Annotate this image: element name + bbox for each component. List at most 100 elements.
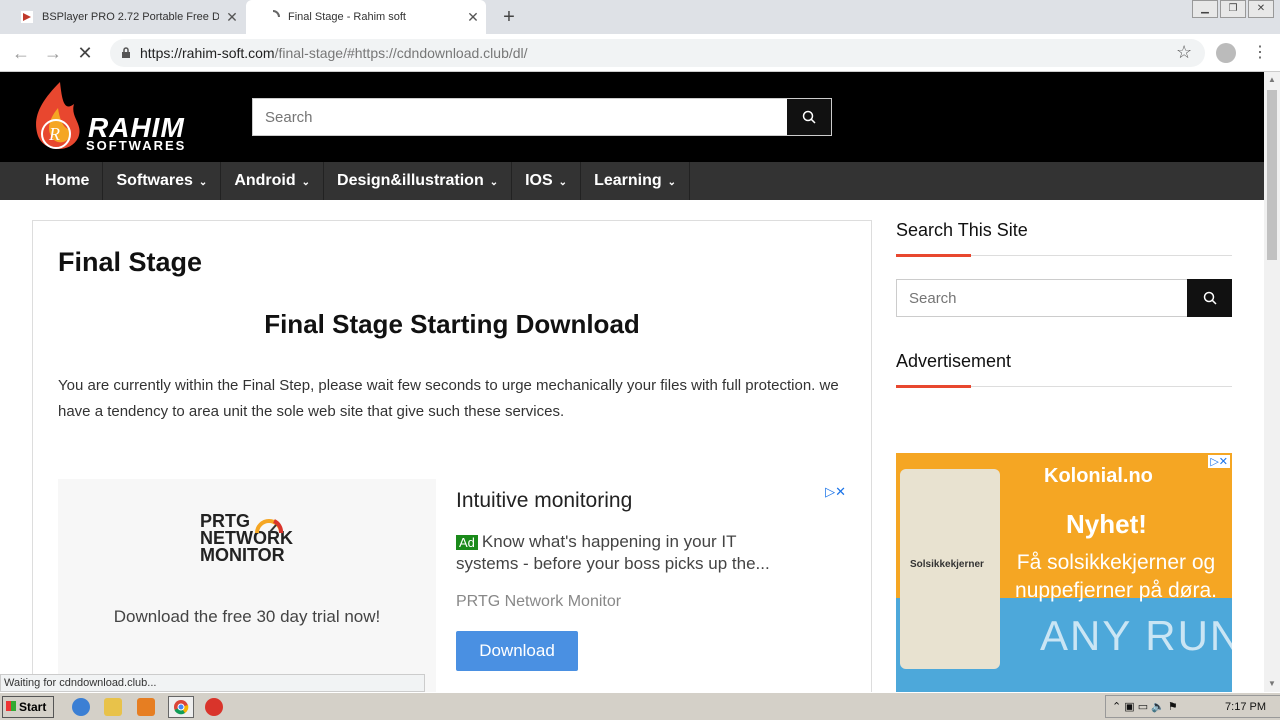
close-tab-icon[interactable]: ✕ bbox=[460, 9, 486, 26]
ad-body: Få solsikkekjerner og nuppefjerner på dø… bbox=[1015, 551, 1217, 602]
lock-icon bbox=[122, 47, 130, 58]
bsplayer-favicon-icon bbox=[21, 11, 33, 23]
ad-choices-icon[interactable]: ▷✕ bbox=[825, 484, 846, 500]
page-title: Final Stage bbox=[58, 247, 203, 277]
product-package-image: Solsikkekjerner bbox=[900, 469, 1000, 669]
menu-item-learning[interactable]: Learning ⌄ bbox=[581, 162, 691, 200]
package-label: Solsikkekjerner bbox=[910, 559, 984, 570]
chevron-down-icon: ⌄ bbox=[489, 177, 499, 188]
search-icon bbox=[1203, 291, 1217, 305]
menu-label: Home bbox=[45, 172, 90, 189]
menu-label: Softwares bbox=[116, 172, 193, 189]
ad-badge: Ad bbox=[456, 535, 478, 550]
sidebar-search-input[interactable] bbox=[897, 280, 1185, 316]
url-host: https://rahim-soft.com bbox=[140, 45, 275, 61]
scroll-up-icon[interactable]: ▲ bbox=[1264, 72, 1280, 88]
inline-ad[interactable]: PRTG NETWORK MONITOR Download the free 3… bbox=[58, 479, 848, 692]
forward-arrow-icon[interactable]: → bbox=[42, 42, 64, 64]
new-tab-button[interactable]: + bbox=[498, 6, 520, 29]
page-scrollbar[interactable]: ▲ ▼ bbox=[1264, 72, 1280, 692]
menu-label: IOS bbox=[525, 172, 553, 189]
menu-label: Design&illustration bbox=[337, 172, 484, 189]
menu-item-design[interactable]: Design&illustration ⌄ bbox=[324, 162, 513, 200]
start-button[interactable]: Start bbox=[2, 696, 54, 718]
tray-expand-icon[interactable]: ⌃ ▣ ▭ 🔈 ⚑ bbox=[1106, 700, 1178, 713]
site-header: R RAHIM SOFTWARES bbox=[0, 72, 1264, 162]
ad-description: Ad Know what's happening in your IT syste… bbox=[456, 531, 796, 574]
gauge-icon bbox=[255, 519, 284, 534]
header-search bbox=[252, 98, 832, 136]
ad-cta-text: Download the free 30 day trial now! bbox=[113, 607, 381, 626]
chrome-taskbar-button[interactable] bbox=[168, 696, 194, 718]
svg-text:R: R bbox=[48, 124, 60, 144]
flame-logo-icon: R bbox=[36, 82, 80, 150]
search-widget-title: Search This Site bbox=[896, 220, 1232, 257]
sidebar-search bbox=[896, 279, 1232, 317]
menu-label: Learning bbox=[594, 172, 662, 189]
logo-line: MONITOR bbox=[200, 545, 285, 565]
close-tab-icon[interactable]: ✕ bbox=[219, 9, 245, 26]
article-heading: Final Stage Starting Download bbox=[264, 309, 640, 339]
menu-item-ios[interactable]: IOS ⌄ bbox=[512, 162, 582, 200]
ad-download-button[interactable]: Download bbox=[456, 631, 578, 671]
tab-strip: BSPlayer PRO 2.72 Portable Free Do ✕ Fin… bbox=[0, 0, 1280, 34]
sidebar: Search This Site Advertisement bbox=[896, 220, 1232, 388]
article-card: Final Stage Final Stage Starting Downloa… bbox=[32, 220, 872, 692]
address-bar[interactable]: https://rahim-soft.com/final-stage/#http… bbox=[110, 39, 1205, 67]
ad-text-block: Intuitive monitoring ▷✕ Ad Know what's ha… bbox=[456, 479, 848, 692]
scroll-down-icon[interactable]: ▼ bbox=[1264, 676, 1280, 692]
loading-spinner-icon bbox=[272, 10, 280, 18]
scroll-thumb[interactable] bbox=[1267, 90, 1277, 260]
minimize-icon[interactable]: ▁ bbox=[1192, 0, 1218, 18]
menu-item-android[interactable]: Android ⌄ bbox=[221, 162, 325, 200]
brand-subtitle: SOFTWARES bbox=[86, 138, 187, 153]
site-logo[interactable]: R RAHIM SOFTWARES bbox=[30, 78, 210, 158]
tab-title: Final Stage - Rahim soft bbox=[288, 11, 406, 23]
chevron-down-icon: ⌄ bbox=[301, 177, 311, 188]
menu-kebab-icon[interactable]: ⋮ bbox=[1252, 42, 1268, 62]
close-window-icon[interactable]: ✕ bbox=[1248, 0, 1274, 18]
ad-image[interactable]: PRTG NETWORK MONITOR Download the free 3… bbox=[58, 479, 436, 692]
header-search-button[interactable] bbox=[787, 99, 831, 135]
tab-bsplayer[interactable]: BSPlayer PRO 2.72 Portable Free Do ✕ bbox=[0, 0, 245, 34]
chevron-down-icon: ⌄ bbox=[198, 177, 208, 188]
advertisement-widget-title: Advertisement bbox=[896, 351, 1232, 388]
clock[interactable]: 7:17 PM bbox=[1225, 701, 1266, 713]
url-path: /final-stage/#https://cdndownload.club/d… bbox=[274, 45, 528, 61]
profile-avatar-icon[interactable] bbox=[1216, 43, 1236, 63]
chevron-down-icon: ⌄ bbox=[558, 177, 568, 188]
menu-label: Android bbox=[234, 172, 296, 189]
toolbar: ← → ✕ https://rahim-soft.com/final-stage… bbox=[0, 34, 1280, 72]
article-body: You are currently within the Final Step,… bbox=[58, 377, 839, 420]
chrome-icon bbox=[174, 700, 189, 715]
system-tray: ⌃ ▣ ▭ 🔈 ⚑ 7:17 PM bbox=[1105, 695, 1280, 718]
explorer-folder-icon[interactable] bbox=[104, 698, 122, 716]
status-bubble: Waiting for cdndownload.club... bbox=[0, 674, 425, 692]
ad-advertiser: PRTG Network Monitor bbox=[456, 593, 622, 610]
stop-loading-icon[interactable]: ✕ bbox=[74, 42, 96, 64]
main-menu: Home Softwares ⌄ Android ⌄ Design&illustra… bbox=[0, 162, 1264, 200]
sidebar-search-button[interactable] bbox=[1187, 279, 1232, 317]
header-search-input[interactable] bbox=[253, 99, 783, 135]
media-player-icon[interactable] bbox=[137, 698, 155, 716]
window-controls: ▁ ❐ ✕ bbox=[1190, 0, 1274, 18]
menu-item-home[interactable]: Home bbox=[0, 162, 104, 200]
anyrun-watermark: ANY RUN bbox=[1040, 612, 1243, 659]
ad-headline: Nyhet! bbox=[1066, 509, 1147, 539]
back-arrow-icon[interactable]: ← bbox=[10, 42, 32, 64]
ad-choices-icon[interactable]: ▷✕ bbox=[1208, 455, 1230, 468]
menu-item-softwares[interactable]: Softwares ⌄ bbox=[103, 162, 222, 200]
bookmark-star-icon[interactable]: ☆ bbox=[1176, 42, 1192, 63]
ad-brand: Kolonial.no bbox=[1044, 465, 1153, 487]
ad-text: Know what's happening in your IT systems… bbox=[456, 532, 770, 573]
chevron-down-icon: ⌄ bbox=[667, 177, 677, 188]
tab-final-stage[interactable]: Final Stage - Rahim soft ✕ bbox=[246, 0, 486, 34]
taskbar: Start ⌃ ▣ ▭ 🔈 ⚑ 7:17 PM bbox=[0, 692, 1280, 720]
web-page: R RAHIM SOFTWARES Home Softwares ⌄ Androi… bbox=[0, 72, 1264, 692]
restore-icon[interactable]: ❐ bbox=[1220, 0, 1246, 18]
stop-app-icon[interactable] bbox=[205, 698, 223, 716]
ie-icon[interactable] bbox=[72, 698, 90, 716]
search-icon bbox=[802, 110, 816, 124]
tab-title: BSPlayer PRO 2.72 Portable Free Do bbox=[42, 11, 219, 23]
ad-headline[interactable]: Intuitive monitoring bbox=[456, 489, 632, 513]
